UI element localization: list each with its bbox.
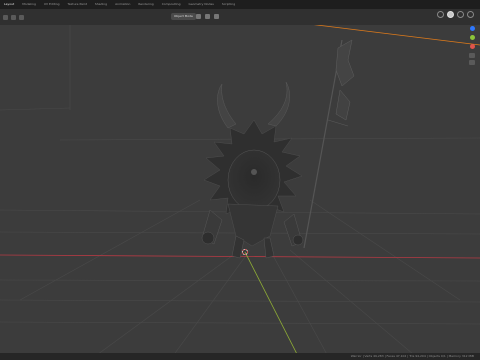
status-bar: Warrior | Verts 49,283 | Faces 47,102 | … [0, 353, 480, 360]
tab-layout[interactable]: Layout [0, 0, 18, 9]
select-box-icon[interactable] [11, 14, 16, 20]
navigation-gizmo[interactable] [464, 26, 478, 66]
viewport-header: Object Mode [0, 9, 480, 25]
tab-uv-editing[interactable]: UV Editing [40, 0, 64, 9]
gizmo-x-axis-icon[interactable] [470, 44, 475, 49]
editor-type-icon[interactable] [3, 14, 8, 20]
tab-compositing[interactable]: Compositing [158, 0, 185, 9]
zoom-icon[interactable] [469, 53, 475, 58]
tab-modeling[interactable]: Modeling [18, 0, 40, 9]
tab-rendering[interactable]: Rendering [134, 0, 157, 9]
gizmo-y-axis-icon[interactable] [470, 35, 475, 40]
viewport-header-icons [196, 14, 219, 19]
tab-shading[interactable]: Shading [91, 0, 111, 9]
tab-animation[interactable]: Animation [111, 0, 134, 9]
tab-texture-paint[interactable]: Texture Paint [64, 0, 91, 9]
face-gem [251, 169, 257, 175]
wireframe-icon[interactable] [437, 11, 444, 18]
viewport-3d[interactable] [0, 0, 480, 360]
shading-mode-group [437, 11, 474, 18]
object-mode-select[interactable]: Object Mode [171, 13, 196, 20]
tab-scripting[interactable]: Scripting [218, 0, 239, 9]
material-icon[interactable] [457, 11, 464, 18]
pan-icon[interactable] [469, 60, 475, 65]
solid-icon[interactable] [447, 11, 454, 18]
select-menu-icon[interactable] [205, 14, 210, 19]
rendered-icon[interactable] [467, 11, 474, 18]
workspace-tab-bar: Layout Modeling UV Editing Texture Paint… [0, 0, 480, 9]
view-menu-icon[interactable] [196, 14, 201, 19]
tab-geometry-nodes[interactable]: Geometry Nodes [185, 0, 218, 9]
gizmo-z-axis-icon[interactable] [470, 26, 475, 31]
move-icon[interactable] [19, 14, 24, 20]
add-menu-icon[interactable] [214, 14, 219, 19]
